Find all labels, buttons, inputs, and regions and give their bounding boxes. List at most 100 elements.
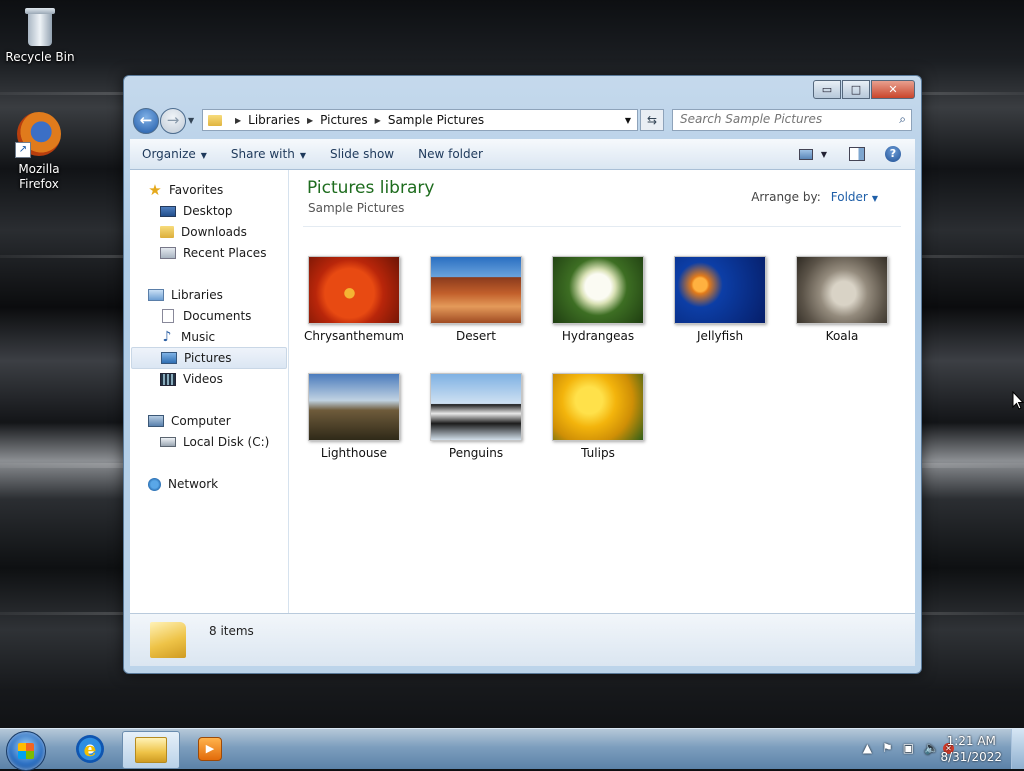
forward-button[interactable]: → — [160, 108, 186, 134]
desktop-icon-recycle-bin[interactable]: Recycle Bin — [0, 8, 80, 64]
organize-menu[interactable]: Organize ▼ — [130, 147, 219, 161]
clock-time: 1:21 AM — [946, 734, 996, 748]
arrange-by-label: Arrange by: — [751, 190, 821, 204]
chevron-down-icon: ▼ — [200, 151, 207, 160]
clock[interactable]: 1:21 AM 8/31/2022 — [940, 733, 1002, 765]
action-center-flag-icon[interactable]: ⚑ — [882, 741, 893, 755]
computer-icon — [148, 415, 164, 427]
system-tray: ▲ ⚑ ▣ 🔈 ✕ — [853, 741, 954, 755]
taskbar-windows-explorer[interactable] — [122, 731, 180, 769]
file-name: Tulips — [581, 446, 615, 460]
nav-label: Libraries — [171, 288, 223, 302]
recent-places-icon — [160, 247, 176, 259]
file-list: Pictures library Sample Pictures Arrange… — [289, 170, 915, 613]
image-thumbnail — [796, 256, 888, 324]
show-hidden-icons-icon[interactable]: ▲ — [863, 741, 872, 755]
file-item-lighthouse[interactable]: Lighthouse — [299, 373, 409, 460]
file-item-desert[interactable]: Desert — [421, 256, 531, 343]
chevron-right-icon[interactable]: ▶ — [307, 116, 313, 125]
nav-label: Desktop — [183, 204, 233, 218]
internet-explorer-icon: e — [76, 735, 104, 763]
file-item-penguins[interactable]: Penguins — [421, 373, 531, 460]
taskbar: e ▶ ▲ ⚑ ▣ 🔈 ✕ 1:21 AM 8/31/2022 — [0, 728, 1024, 771]
file-name: Hydrangeas — [561, 329, 635, 343]
navigation-pane: ★ Favorites Desktop Downloads Recent Plac… — [130, 170, 289, 613]
search-box[interactable]: ⌕ — [672, 109, 912, 131]
media-player-icon: ▶ — [198, 737, 222, 761]
image-thumbnail — [308, 373, 400, 441]
downloads-folder-icon — [160, 226, 174, 238]
arrange-by-dropdown[interactable]: Folder — [831, 190, 868, 204]
chevron-right-icon[interactable]: ▶ — [235, 116, 241, 125]
share-with-label: Share with — [230, 147, 295, 161]
minimize-button[interactable]: ▭ — [813, 80, 841, 99]
pictures-icon — [161, 352, 177, 364]
file-name: Penguins — [448, 446, 504, 460]
address-history-dropdown-icon[interactable]: ▼ — [625, 116, 631, 125]
nav-label: Network — [168, 477, 219, 491]
libraries-icon — [148, 289, 164, 301]
divider — [303, 226, 901, 227]
file-item-hydrangeas[interactable]: Hydrangeas — [543, 256, 653, 343]
file-name: Koala — [825, 329, 859, 343]
navigation-bar: ← → ▼ ▶ Libraries ▶ Pictures ▶ Sample Pi… — [132, 107, 913, 135]
desktop-icon-label: Recycle Bin — [5, 50, 75, 64]
refresh-button[interactable]: ⇆ — [640, 109, 664, 131]
breadcrumb-pictures[interactable]: Pictures — [320, 113, 368, 127]
mouse-cursor-icon — [1012, 391, 1024, 410]
search-input[interactable] — [673, 110, 885, 128]
nav-pictures[interactable]: Pictures — [131, 347, 287, 369]
search-icon[interactable]: ⌕ — [899, 112, 906, 127]
nav-label: Computer — [171, 414, 231, 428]
maximize-button[interactable]: □ — [842, 80, 870, 99]
item-count: 8 items — [209, 624, 254, 638]
window-controls: ▭ □ ✕ — [812, 80, 915, 99]
taskbar-internet-explorer[interactable]: e — [62, 731, 118, 767]
preview-pane-icon[interactable] — [849, 147, 865, 161]
command-bar: Organize ▼ Share with ▼ Slide show New fol… — [130, 139, 915, 170]
nav-label: Music — [181, 330, 216, 344]
share-with-menu[interactable]: Share with ▼ — [219, 147, 318, 161]
taskbar-media-player[interactable]: ▶ — [182, 731, 238, 767]
chevron-right-icon[interactable]: ▶ — [375, 116, 381, 125]
speaker-icon[interactable]: 🔈 — [924, 741, 939, 755]
file-item-koala[interactable]: Koala — [787, 256, 897, 343]
hard-disk-icon — [160, 437, 176, 447]
library-subtitle: Sample Pictures — [308, 201, 405, 215]
file-name: Jellyfish — [696, 329, 744, 343]
show-desktop-button[interactable] — [1011, 729, 1024, 769]
image-thumbnail — [430, 256, 522, 324]
chevron-down-icon[interactable]: ▼ — [872, 194, 878, 203]
nav-favorites[interactable]: ★ Favorites — [148, 180, 304, 200]
nav-computer[interactable]: Computer — [148, 411, 304, 431]
recent-pages-dropdown-icon[interactable]: ▼ — [188, 116, 194, 125]
view-options-dropdown-icon[interactable]: ▼ — [821, 150, 827, 159]
nav-network[interactable]: Network — [148, 474, 304, 494]
image-thumbnail — [552, 256, 644, 324]
network-status-icon[interactable]: ▣ — [903, 741, 914, 755]
help-icon[interactable]: ? — [885, 146, 901, 162]
breadcrumb-libraries[interactable]: Libraries — [248, 113, 300, 127]
address-bar[interactable]: ▶ Libraries ▶ Pictures ▶ Sample Pictures… — [202, 109, 638, 131]
back-button[interactable]: ← — [133, 108, 159, 134]
music-note-icon: ♪ — [162, 329, 172, 345]
documents-icon — [162, 309, 174, 323]
breadcrumb-sample-pictures[interactable]: Sample Pictures — [388, 113, 484, 127]
folder-icon — [208, 114, 222, 126]
file-item-tulips[interactable]: Tulips — [543, 373, 653, 460]
file-item-jellyfish[interactable]: Jellyfish — [665, 256, 775, 343]
change-view-icon[interactable] — [798, 148, 813, 160]
nav-label: Local Disk (C:) — [183, 435, 270, 449]
nav-libraries[interactable]: Libraries — [148, 285, 304, 305]
close-button[interactable]: ✕ — [871, 80, 915, 99]
file-item-chrysanthemum[interactable]: Chrysanthemum — [299, 256, 409, 343]
desktop-icon-label: Mozilla Firefox — [18, 162, 60, 191]
command-bar-right: ▼ ? — [798, 146, 915, 162]
start-button[interactable] — [6, 731, 46, 771]
explorer-window: ▭ □ ✕ ← → ▼ ▶ Libraries ▶ Pictures ▶ Sam… — [123, 75, 922, 674]
slide-show-button[interactable]: Slide show — [318, 147, 406, 161]
nav-label: Pictures — [184, 351, 232, 365]
new-folder-button[interactable]: New folder — [406, 147, 495, 161]
desktop-icon-firefox[interactable]: ↗ Mozilla Firefox — [0, 112, 79, 192]
firefox-icon: ↗ — [15, 112, 61, 158]
